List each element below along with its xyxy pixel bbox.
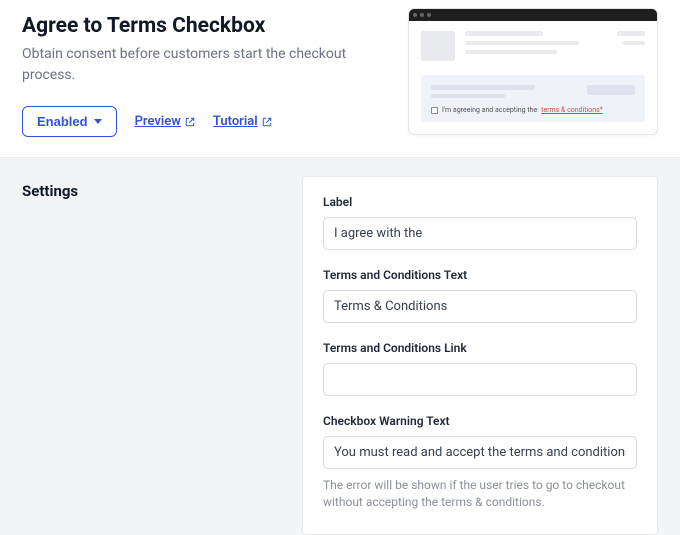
- terms-link-input[interactable]: [323, 363, 637, 396]
- field-label: Label: [323, 195, 637, 250]
- field-warning-caption: Checkbox Warning Text: [323, 414, 637, 428]
- field-terms-link-caption: Terms and Conditions Link: [323, 341, 637, 355]
- enabled-toggle-button[interactable]: Enabled: [22, 106, 117, 137]
- header-card: Agree to Terms Checkbox Obtain consent b…: [0, 0, 680, 158]
- field-warning-text: Checkbox Warning Text The error will be …: [323, 414, 637, 512]
- warning-text-input[interactable]: [323, 436, 637, 469]
- checkbox-icon: [431, 107, 438, 114]
- terms-text-input[interactable]: [323, 290, 637, 323]
- external-link-icon: [262, 117, 272, 127]
- field-label-caption: Label: [323, 195, 637, 209]
- tutorial-link[interactable]: Tutorial: [213, 114, 272, 129]
- external-link-icon: [185, 117, 195, 127]
- chevron-down-icon: [94, 119, 102, 124]
- warning-help-text: The error will be shown if the user trie…: [323, 477, 637, 512]
- settings-heading: Settings: [22, 182, 302, 200]
- preview-mock-consent: I'm agreeing and accepting the terms & c…: [431, 106, 635, 114]
- page-subtitle: Obtain consent before customers start th…: [22, 44, 362, 86]
- field-terms-text: Terms and Conditions Text: [323, 268, 637, 323]
- field-terms-text-caption: Terms and Conditions Text: [323, 268, 637, 282]
- field-terms-link: Terms and Conditions Link: [323, 341, 637, 396]
- label-input[interactable]: [323, 217, 637, 250]
- settings-section: Settings Label Terms and Conditions Text…: [0, 158, 680, 535]
- settings-panel: Label Terms and Conditions Text Terms an…: [302, 176, 658, 535]
- preview-mock: I'm agreeing and accepting the terms & c…: [408, 8, 658, 135]
- enabled-toggle-label: Enabled: [37, 114, 88, 129]
- preview-link[interactable]: Preview: [135, 114, 195, 129]
- preview-mock-toolbar: [409, 9, 657, 21]
